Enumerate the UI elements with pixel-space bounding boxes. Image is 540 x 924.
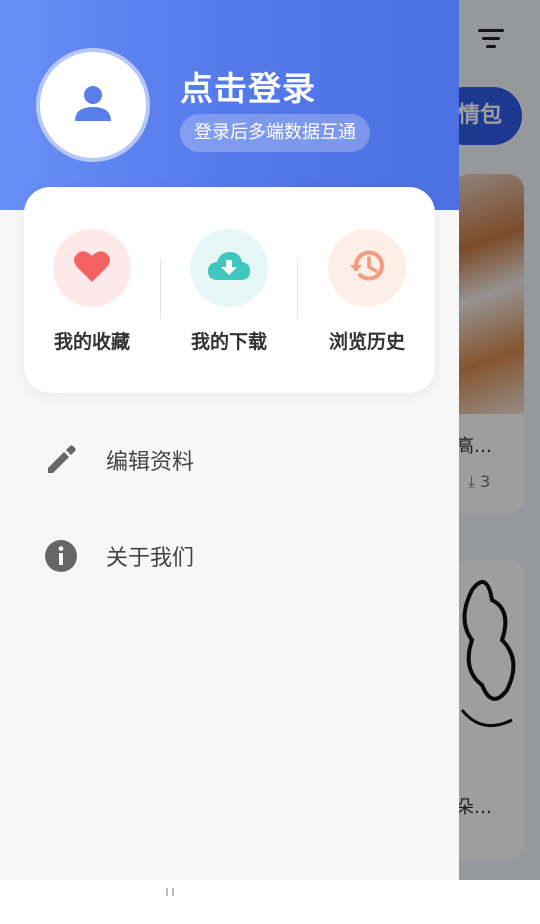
login-subtitle-badge[interactable]: 登录后多端数据互通 — [180, 114, 370, 152]
downloads-button[interactable]: 我的下载 — [169, 229, 289, 354]
info-icon — [44, 539, 78, 573]
history-button[interactable]: 浏览历史 — [307, 229, 427, 354]
edit-pencil-icon — [44, 443, 78, 477]
history-icon — [348, 249, 386, 287]
login-title[interactable]: 点击登录 — [180, 62, 316, 110]
menu-label: 编辑资料 — [106, 450, 195, 475]
history-icon-circle — [328, 229, 406, 307]
downloads-label: 我的下载 — [190, 331, 267, 353]
heart-icon — [73, 249, 111, 287]
favorites-button[interactable]: 我的收藏 — [32, 229, 152, 354]
history-label: 浏览历史 — [328, 331, 405, 353]
quick-actions-card: 我的收藏 我的下载 浏览历史 — [24, 187, 435, 393]
favorites-label: 我的收藏 — [53, 331, 130, 353]
person-icon — [73, 83, 113, 127]
home-indicator — [166, 888, 174, 896]
side-drawer: 点击登录 登录后多端数据互通 我的收藏 我的下载 浏览历史 编辑资料 关于我们 — [0, 0, 459, 880]
avatar[interactable] — [36, 48, 150, 162]
favorites-icon-circle — [53, 229, 131, 307]
menu-item-edit-profile[interactable]: 编辑资料 — [0, 430, 459, 490]
downloads-icon-circle — [190, 229, 268, 307]
menu-item-about-us[interactable]: 关于我们 — [0, 526, 459, 586]
divider — [160, 259, 161, 319]
menu-label: 关于我们 — [106, 546, 195, 571]
cloud-download-icon — [207, 250, 251, 286]
bottom-bar — [0, 880, 540, 924]
divider — [297, 259, 298, 319]
